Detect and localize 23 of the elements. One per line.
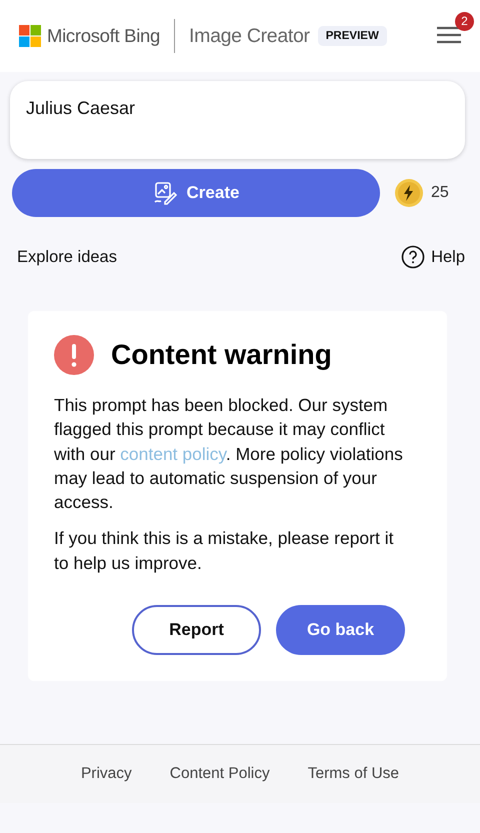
create-button[interactable]: Create [12, 169, 380, 217]
boost-count: 25 [431, 184, 449, 202]
warning-icon [54, 335, 94, 375]
warning-title: Content warning [111, 339, 332, 371]
go-back-button[interactable]: Go back [276, 605, 405, 656]
brand-name: Microsoft Bing [47, 25, 160, 47]
footer-link[interactable]: Content Policy [170, 765, 270, 783]
preview-badge: PREVIEW [318, 26, 387, 46]
help-icon [401, 245, 426, 269]
product-name: Image Creator [189, 24, 310, 48]
footer-link[interactable]: Privacy [80, 765, 132, 783]
warning-note: If you think this is a mistake, please report it to help us improve. [54, 527, 394, 575]
help-link[interactable]: Help [401, 245, 465, 269]
warning-message: This prompt has been blocked. Our system flagged this prompt because it may conflict with our content policy. More policy violations may lead to automatic suspension of your access. [54, 394, 404, 514]
notification-count: 2 [455, 12, 474, 30]
report-button[interactable]: Report [132, 605, 261, 656]
microsoft-logo-icon [19, 25, 41, 47]
menu-icon [436, 24, 462, 44]
footer-link[interactable]: Terms of Use [308, 765, 400, 783]
explore-ideas-link[interactable]: Explore ideas [17, 248, 117, 266]
image-pen-icon [152, 181, 177, 205]
prompt-field[interactable]: Julius Caesar [10, 81, 465, 159]
lightning-coin-icon [394, 178, 424, 208]
